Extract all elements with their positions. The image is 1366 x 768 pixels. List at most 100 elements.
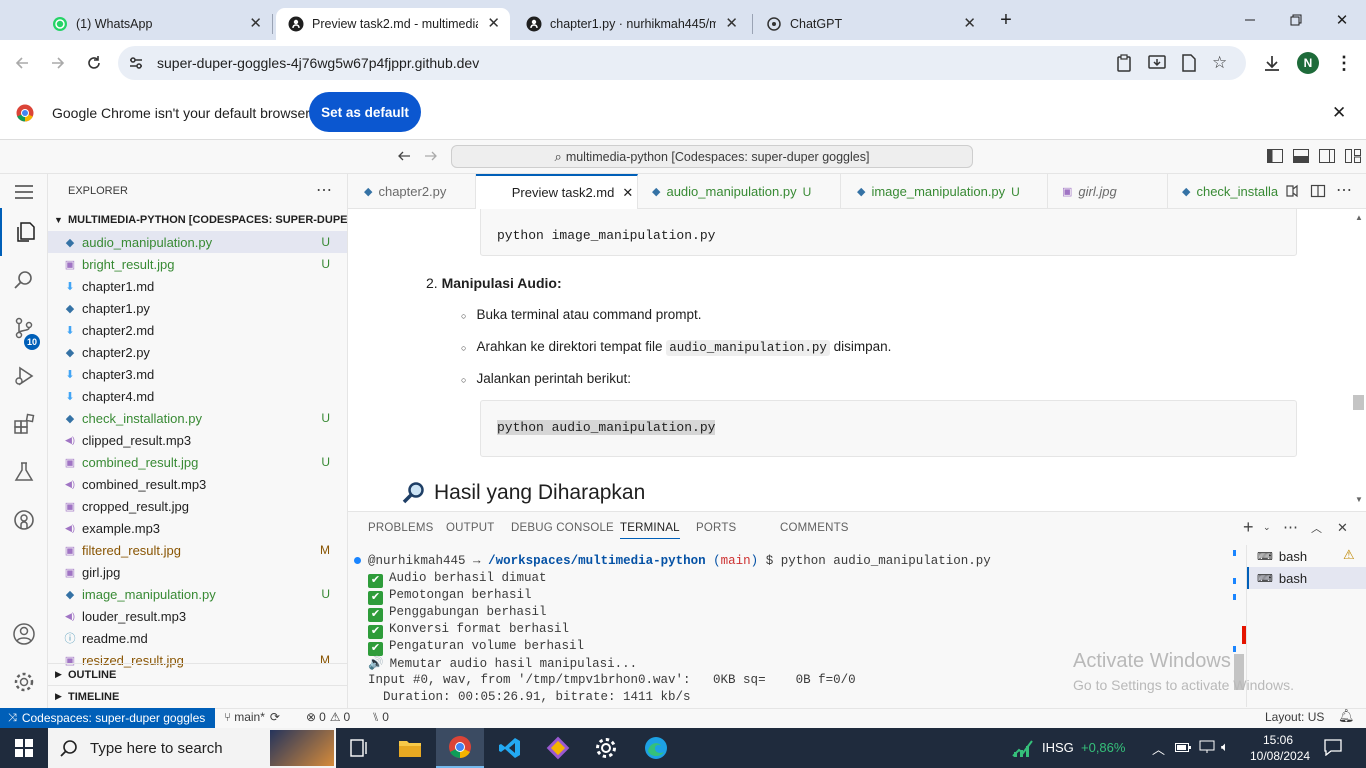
file-item[interactable]: ⬇ chapter3.md: [48, 363, 347, 385]
accounts-icon[interactable]: [0, 610, 48, 658]
file-item[interactable]: ◆ chapter1.py: [48, 297, 347, 319]
terminal-item[interactable]: ⌨ bash: [1247, 567, 1366, 589]
tab-problems[interactable]: PROBLEMS: [368, 522, 434, 534]
split-editor-icon[interactable]: [1310, 183, 1326, 199]
explorer-icon[interactable]: [0, 208, 48, 256]
tab-comments[interactable]: COMMENTS: [780, 522, 849, 534]
volume-icon[interactable]: 🔈︎: [1221, 739, 1229, 755]
file-item[interactable]: ◀) clipped_result.mp3: [48, 429, 347, 451]
file-item[interactable]: ⬇ chapter1.md: [48, 275, 347, 297]
extensions-icon[interactable]: [0, 400, 48, 448]
chrome-menu-icon[interactable]: ⋮: [1330, 49, 1358, 77]
toggle-sidebar-icon[interactable]: [1267, 149, 1283, 163]
settings-gear-icon[interactable]: [582, 728, 630, 768]
taskbar-search-box[interactable]: Type here to search: [48, 728, 336, 768]
editor-tab-check-installation[interactable]: ◆ check_installa: [1168, 174, 1280, 209]
install-app-icon[interactable]: [1148, 54, 1166, 72]
show-hidden-icons[interactable]: ︿: [1152, 739, 1165, 758]
toggle-panel-icon[interactable]: [1293, 149, 1309, 163]
close-icon[interactable]: ✕: [249, 16, 262, 32]
close-window-button[interactable]: ✕: [1330, 8, 1354, 32]
keyboard-layout[interactable]: Layout: US: [1265, 710, 1324, 724]
editor-tab-image-manipulation[interactable]: ◆ image_manipulation.py U: [841, 174, 1048, 209]
editor-tab-chapter2-py[interactable]: ◆ chapter2.py: [348, 174, 476, 209]
close-icon[interactable]: ✕: [725, 16, 738, 32]
outline-section[interactable]: ▶ OUTLINE: [48, 663, 347, 685]
chrome-taskbar-icon[interactable]: [436, 728, 484, 768]
file-item[interactable]: ◆ audio_manipulation.py U: [48, 231, 347, 253]
downloads-icon[interactable]: [1258, 49, 1286, 77]
clock-date[interactable]: 10/08/2024: [1250, 749, 1310, 763]
open-source-icon[interactable]: [1284, 183, 1300, 199]
nav-back-icon[interactable]: [396, 148, 412, 164]
file-item[interactable]: ◀) combined_result.mp3: [48, 473, 347, 495]
action-center-icon[interactable]: [1324, 738, 1342, 756]
file-item[interactable]: ◀) example.mp3: [48, 517, 347, 539]
browser-tab-chapter1[interactable]: chapter1.py · nurhikmah445/multimedia ✕: [514, 8, 748, 40]
editor-tab-girl-jpg[interactable]: ▣ girl.jpg: [1048, 174, 1168, 209]
chevron-down-icon[interactable]: ⌄: [1263, 522, 1271, 533]
maximize-panel-icon[interactable]: ︿: [1311, 520, 1322, 536]
new-terminal-icon[interactable]: +: [1243, 517, 1254, 538]
explorer-root-folder[interactable]: ▼ MULTIMEDIA-PYTHON [CODESPACES: SUPER-D…: [48, 209, 347, 231]
tab-debug-console[interactable]: DEBUG CONSOLE: [511, 522, 614, 534]
stock-name[interactable]: IHSG: [1042, 740, 1074, 755]
file-item[interactable]: ⬇ chapter2.md: [48, 319, 347, 341]
file-item[interactable]: ▣ cropped_result.jpg: [48, 495, 347, 517]
branch-status[interactable]: ⑂ main* ⟳: [224, 710, 280, 724]
minimize-button[interactable]: [1238, 8, 1262, 32]
file-item[interactable]: ◆ check_installation.py U: [48, 407, 347, 429]
tab-terminal[interactable]: TERMINAL: [620, 522, 680, 539]
reload-button[interactable]: [80, 49, 108, 77]
url-text[interactable]: super-duper-goggles-4j76wg5w67p4fjppr.gi…: [157, 55, 479, 71]
command-center[interactable]: ⌕ multimedia-python [Codespaces: super-d…: [451, 145, 973, 168]
ports-status[interactable]: ⑊ 0: [372, 710, 389, 724]
browser-tab-preview[interactable]: Preview task2.md - multimedia-python ✕: [276, 8, 510, 40]
testing-icon[interactable]: [0, 448, 48, 496]
github-icon[interactable]: [0, 496, 48, 544]
scroll-up-icon[interactable]: ▲: [1355, 213, 1363, 222]
preview-scrollbar[interactable]: ▲ ▼: [1351, 209, 1366, 511]
battery-icon[interactable]: [1175, 741, 1191, 753]
network-icon[interactable]: [1199, 740, 1215, 754]
file-item[interactable]: ⬇ chapter4.md: [48, 385, 347, 407]
task-view-icon[interactable]: [336, 728, 384, 768]
editor-tab-audio-manipulation[interactable]: ◆ audio_manipulation.py U: [638, 174, 841, 209]
manage-gear-icon[interactable]: [0, 658, 48, 706]
windows-start-icon[interactable]: [0, 728, 48, 768]
close-infobar-icon[interactable]: ✕: [1332, 103, 1346, 123]
set-as-default-button[interactable]: Set as default: [309, 92, 421, 132]
file-item[interactable]: ▣ combined_result.jpg U: [48, 451, 347, 473]
nav-forward-icon[interactable]: [423, 148, 439, 164]
restore-button[interactable]: [1284, 8, 1308, 32]
customize-layout-icon[interactable]: [1345, 149, 1361, 163]
run-debug-icon[interactable]: [0, 352, 48, 400]
scrollbar-thumb[interactable]: [1353, 395, 1364, 410]
close-panel-icon[interactable]: ✕: [1337, 520, 1348, 536]
remote-indicator[interactable]: ⤨ Codespaces: super-duper goggles: [0, 708, 215, 728]
notifications-bell-icon[interactable]: 🔔︎: [1338, 708, 1355, 724]
editor-tab-preview-task2[interactable]: Preview task2.md ✕: [476, 174, 638, 209]
bookmark-star-icon[interactable]: ☆: [1212, 53, 1227, 73]
timeline-section[interactable]: ▶ TIMELINE: [48, 685, 347, 707]
clock-time[interactable]: 15:06: [1263, 733, 1293, 747]
file-item[interactable]: ⓘ readme.md: [48, 627, 347, 649]
more-actions-icon[interactable]: ⋯: [1283, 518, 1298, 536]
more-actions-icon[interactable]: ⋯: [316, 180, 332, 200]
stock-change[interactable]: +0,86%: [1081, 740, 1125, 755]
tab-output[interactable]: OUTPUT: [446, 522, 494, 534]
back-button[interactable]: [8, 49, 36, 77]
edge-taskbar-icon[interactable]: [632, 728, 680, 768]
file-item[interactable]: ◆ chapter2.py: [48, 341, 347, 363]
vscode-taskbar-icon[interactable]: [486, 728, 534, 768]
file-item[interactable]: ▣ girl.jpg: [48, 561, 347, 583]
forward-button[interactable]: [44, 49, 72, 77]
sync-icon[interactable]: ⟳: [270, 710, 280, 724]
document-icon[interactable]: [1181, 54, 1197, 72]
file-item[interactable]: ▣ filtered_result.jpg M: [48, 539, 347, 561]
file-item[interactable]: ◆ image_manipulation.py U: [48, 583, 347, 605]
site-settings-icon[interactable]: [128, 55, 144, 71]
scroll-down-icon[interactable]: ▼: [1355, 495, 1363, 504]
browser-tab-chatgpt[interactable]: ChatGPT ✕: [754, 8, 986, 40]
profile-avatar[interactable]: N: [1294, 49, 1322, 77]
